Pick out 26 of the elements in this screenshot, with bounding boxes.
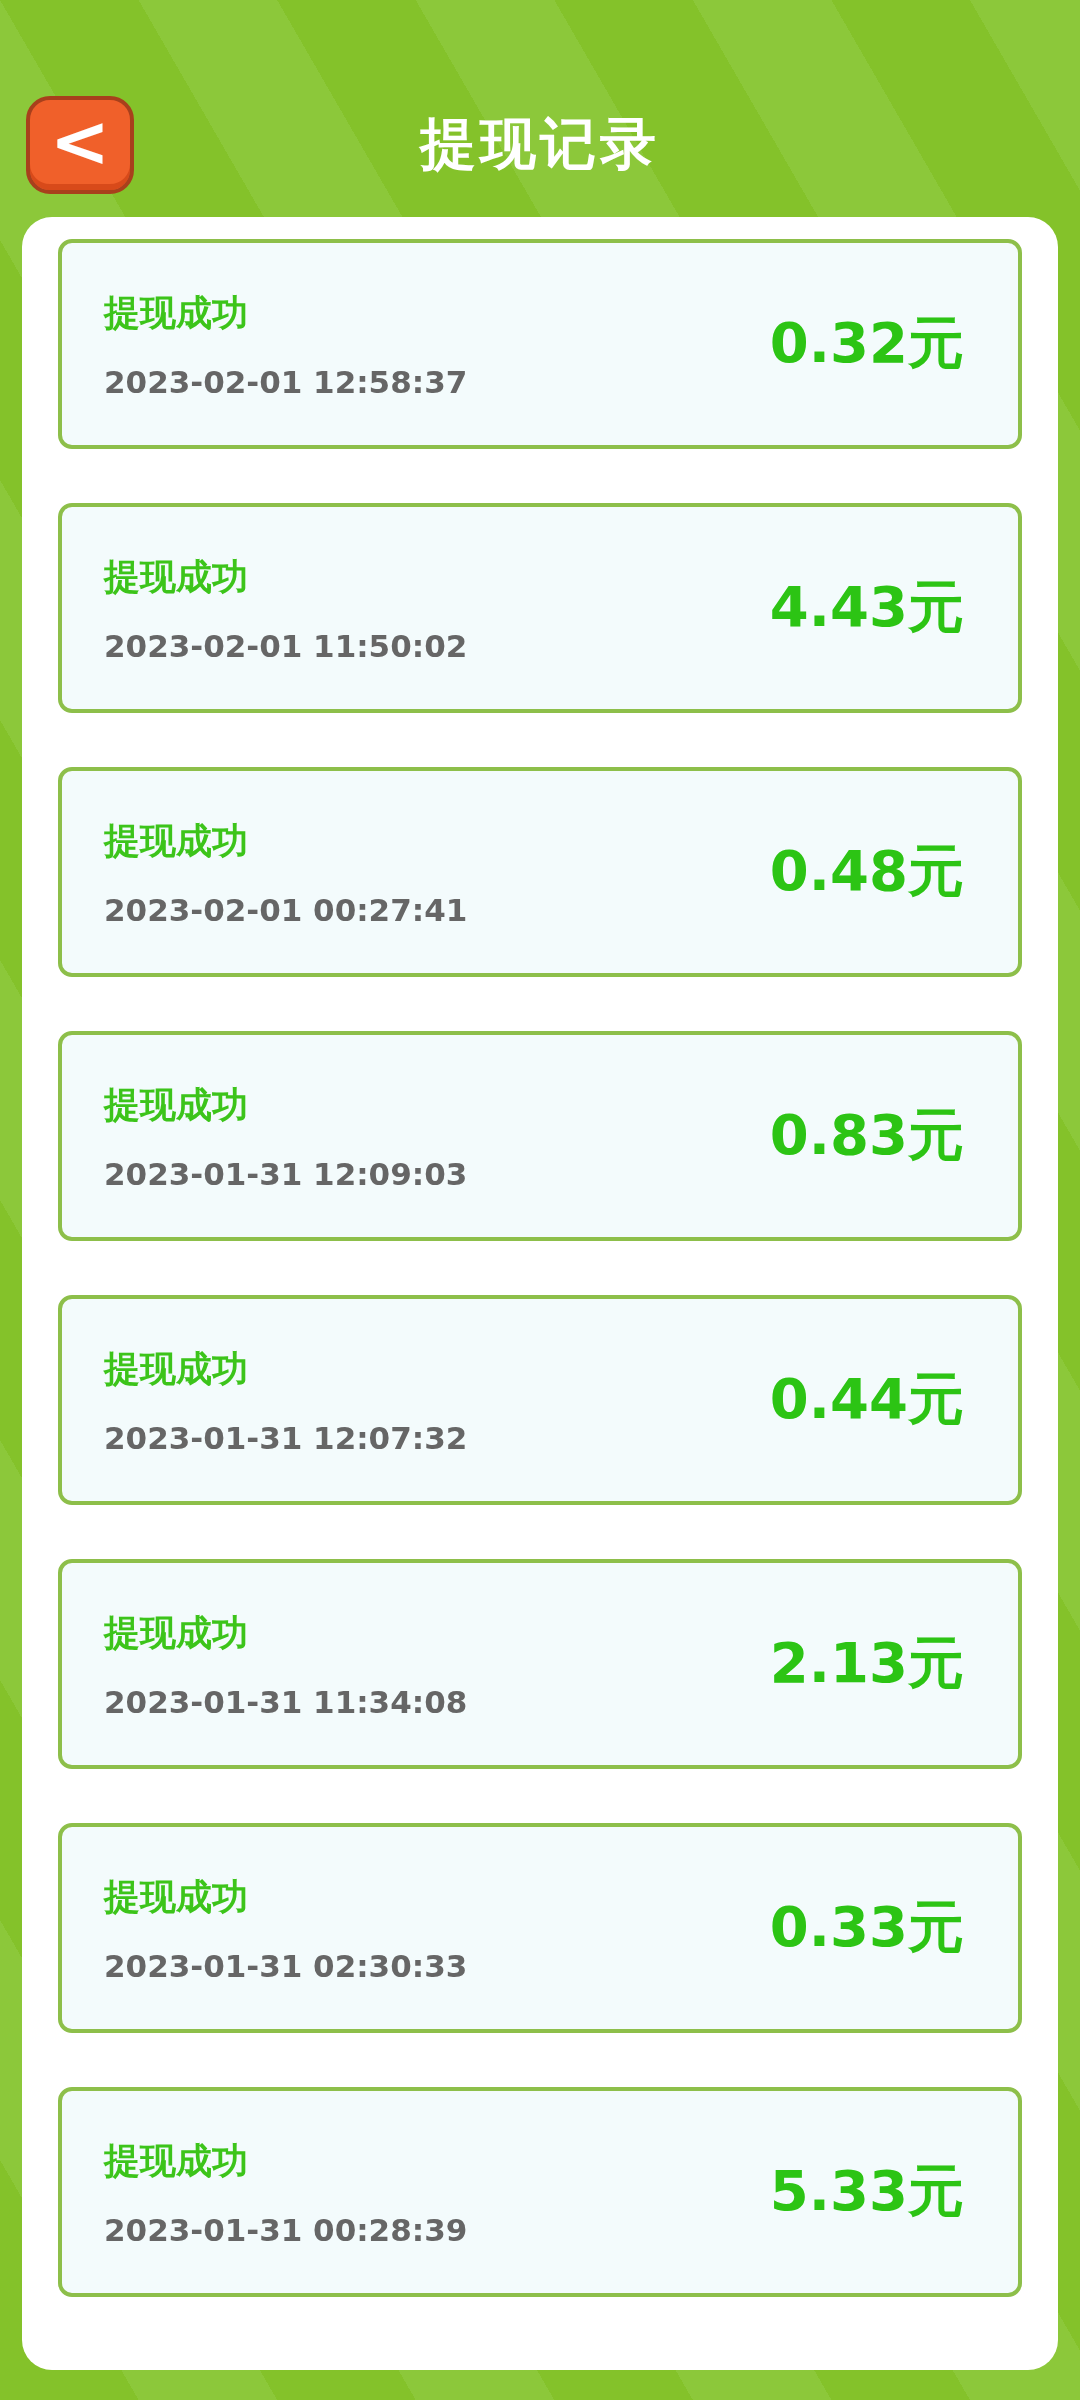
record-status: 提现成功 — [104, 290, 249, 335]
record-amount: 4.43元 — [769, 573, 964, 641]
record-time: 2023-01-31 12:09:03 — [104, 1155, 468, 1192]
record-amount: 0.33元 — [769, 1893, 964, 1961]
record-amount: 0.44元 — [769, 1365, 964, 1433]
record-time: 2023-02-01 11:50:02 — [104, 627, 468, 664]
record-amount: 5.33元 — [769, 2157, 964, 2225]
record-status: 提现成功 — [104, 554, 249, 599]
record-amount: 2.13元 — [769, 1629, 964, 1697]
record-amount: 0.32元 — [769, 309, 964, 377]
record-time: 2023-02-01 12:58:37 — [104, 363, 468, 400]
record-status: 提现成功 — [104, 1082, 249, 1127]
record-time: 2023-01-31 12:07:32 — [104, 1419, 468, 1456]
record-time: 2023-01-31 00:28:39 — [104, 2211, 468, 2248]
back-button[interactable]: < — [26, 96, 134, 194]
record-time: 2023-02-01 00:27:41 — [104, 891, 468, 928]
record-amount: 0.48元 — [769, 837, 964, 905]
record-status: 提现成功 — [104, 2138, 249, 2183]
record-status: 提现成功 — [104, 1346, 249, 1391]
record-amount: 0.83元 — [769, 1101, 964, 1169]
record-status: 提现成功 — [104, 1874, 249, 1919]
record-time: 2023-01-31 11:34:08 — [104, 1683, 468, 1720]
page-title: 提现记录 — [418, 110, 661, 178]
record-time: 2023-01-31 02:30:33 — [104, 1947, 468, 1984]
record-status: 提现成功 — [104, 818, 249, 863]
record-status: 提现成功 — [104, 1610, 249, 1655]
